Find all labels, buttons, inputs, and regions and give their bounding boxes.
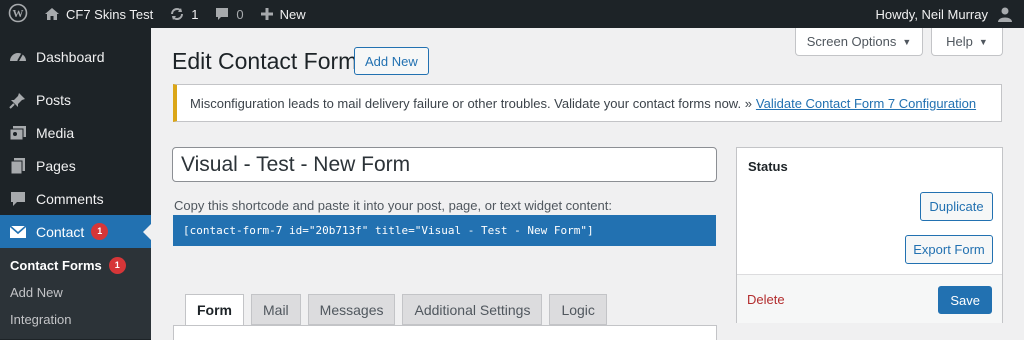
avatar — [996, 5, 1014, 23]
sidebar-item-pages[interactable]: Pages — [0, 149, 151, 182]
plus-icon — [260, 7, 274, 21]
sidebar-item-posts[interactable]: Posts — [0, 83, 151, 116]
shortcode-field[interactable]: [contact-form-7 id="20b713f" title="Visu… — [173, 215, 716, 246]
caret-down-icon: ▼ — [978, 36, 988, 47]
comment-icon — [214, 6, 230, 22]
my-account[interactable]: Howdy, Neil Murray — [876, 5, 1024, 23]
howdy-text: Howdy, Neil Murray — [875, 6, 988, 22]
pin-icon — [8, 90, 28, 110]
warning-notice: Misconfiguration leads to mail delivery … — [173, 84, 1002, 122]
sidebar-item-media[interactable]: Media — [0, 116, 151, 149]
site-name: CF7 Skins Test — [66, 6, 154, 22]
help-label: Help — [946, 34, 973, 49]
sidebar-item-contact[interactable]: Contact 1 — [0, 215, 151, 248]
sidebar-item-comments[interactable]: Comments — [0, 182, 151, 215]
shortcode-label: Copy this shortcode and paste it into yo… — [174, 198, 612, 213]
submenu-item-label: Contact Forms — [10, 258, 102, 273]
sidebar-item-label: Posts — [36, 91, 72, 108]
submenu-item-label: Integration — [10, 312, 72, 327]
caret-down-icon: ▼ — [902, 36, 912, 47]
notice-text: Misconfiguration leads to mail delivery … — [190, 95, 752, 111]
tab-logic[interactable]: Logic — [549, 294, 607, 325]
sidebar-item-label: Media — [36, 124, 75, 141]
svg-text:W: W — [13, 8, 24, 20]
duplicate-button[interactable]: Duplicate — [920, 192, 993, 221]
contact-submenu: Contact Forms 1 Add New Integration — [0, 248, 151, 339]
notification-badge: 1 — [108, 257, 126, 274]
home-icon — [44, 6, 60, 22]
status-title: Status — [748, 159, 788, 174]
editor-tabs: Form Mail Messages Additional Settings L… — [185, 294, 614, 326]
tab-messages[interactable]: Messages — [307, 294, 396, 325]
update-icon — [169, 6, 185, 22]
pages-icon — [8, 156, 28, 176]
site-name-link[interactable]: CF7 Skins Test — [36, 0, 161, 28]
validate-link[interactable]: Validate Contact Form 7 Configuration — [756, 96, 976, 111]
sidebar-item-label: Dashboard — [36, 48, 105, 65]
help-button[interactable]: Help ▼ — [931, 28, 1003, 56]
submenu-item-contact-forms[interactable]: Contact Forms 1 — [0, 252, 151, 279]
wordpress-logo[interactable]: W — [0, 0, 36, 28]
comment-icon — [8, 189, 28, 209]
submenu-item-integration[interactable]: Integration — [0, 306, 151, 333]
admin-bar: W CF7 Skins Test 1 0 New Howdy, Neil Mur… — [0, 0, 1024, 28]
main-content: Screen Options ▼ Help ▼ Edit Contact For… — [151, 28, 1024, 340]
tab-form[interactable]: Form — [185, 294, 244, 326]
status-box: Status Duplicate Export Form Delete Save — [736, 147, 1003, 323]
sidebar-item-label: Contact — [36, 223, 85, 240]
tab-panel — [173, 325, 717, 340]
wordpress-icon: W — [8, 3, 28, 26]
new-content-link[interactable]: New — [252, 0, 314, 28]
page-title: Edit Contact Form — [172, 48, 358, 74]
delete-link[interactable]: Delete — [747, 292, 785, 307]
comments-count: 0 — [236, 6, 244, 22]
screen-options-button[interactable]: Screen Options ▼ — [795, 28, 923, 56]
notification-badge: 1 — [91, 223, 109, 240]
add-new-button[interactable]: Add New — [354, 47, 429, 75]
save-button[interactable]: Save — [938, 286, 992, 314]
media-icon — [8, 123, 28, 143]
screen-options-label: Screen Options — [806, 34, 897, 49]
comments-link[interactable]: 0 — [206, 0, 251, 28]
submenu-item-label: Add New — [10, 285, 63, 300]
tab-additional-settings[interactable]: Additional Settings — [402, 294, 543, 325]
form-title-input[interactable]: Visual - Test - New Form — [172, 147, 717, 182]
new-label: New — [279, 6, 306, 22]
submenu-item-add-new[interactable]: Add New — [0, 279, 151, 306]
tab-mail[interactable]: Mail — [251, 294, 301, 325]
export-form-button[interactable]: Export Form — [905, 235, 993, 264]
admin-sidebar: Dashboard Posts Media Pages Comments Con… — [0, 28, 151, 340]
dashboard-icon — [8, 47, 28, 67]
updates-link[interactable]: 1 — [161, 0, 206, 28]
sidebar-item-label: Comments — [36, 190, 104, 207]
sidebar-item-dashboard[interactable]: Dashboard — [0, 40, 151, 73]
status-actions: Delete Save — [737, 274, 1002, 323]
mail-icon — [8, 222, 28, 242]
updates-count: 1 — [191, 6, 199, 22]
sidebar-item-label: Pages — [36, 157, 76, 174]
